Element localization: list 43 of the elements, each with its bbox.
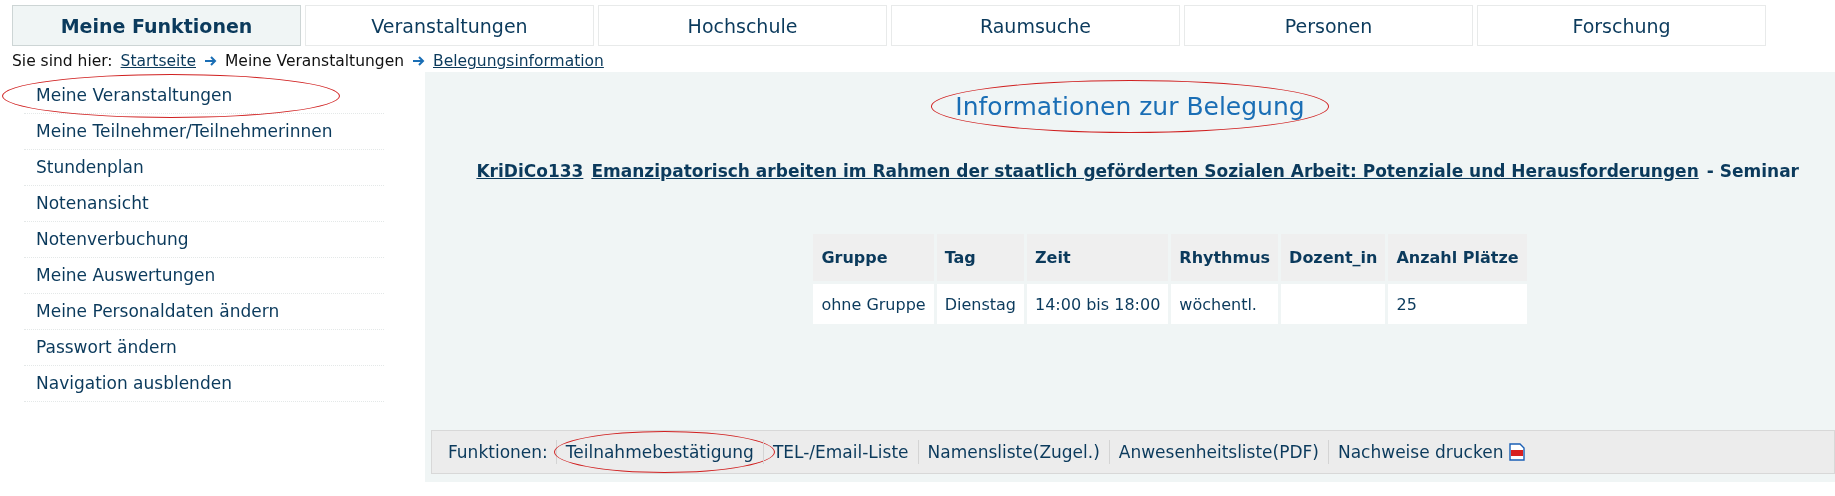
column-header: Gruppe — [813, 234, 934, 281]
breadcrumb-prefix: Sie sind hier: — [12, 52, 113, 70]
column-header: Anzahl Plätze — [1388, 234, 1527, 281]
nav-tab[interactable]: Hochschule — [598, 5, 887, 46]
sidebar-item[interactable]: Passwort ändern — [24, 330, 384, 366]
page-title: Informationen zur Belegung — [955, 92, 1305, 121]
course-number-link[interactable]: KriDiCo133 — [476, 161, 584, 181]
functions-label: Funktionen: — [448, 442, 549, 462]
sidebar-item[interactable]: Meine Auswertungen — [24, 258, 384, 294]
sidebar-item[interactable]: Meine Teilnehmer/Teilnehmerinnen — [24, 114, 384, 150]
sidebar-item[interactable]: Meine Veranstaltungen — [24, 78, 384, 114]
column-header: Tag — [936, 234, 1024, 281]
table-cell: 14:00 bis 18:00 — [1027, 284, 1169, 324]
breadcrumb-link[interactable]: Belegungsinformation — [433, 52, 604, 70]
sidebar-item[interactable]: Stundenplan — [24, 150, 384, 186]
breadcrumb-link[interactable]: Startseite — [120, 52, 196, 70]
nav-tab[interactable]: Meine Funktionen — [12, 5, 301, 46]
column-header: Zeit — [1027, 234, 1169, 281]
table-cell: ohne Gruppe — [813, 284, 934, 324]
sidebar-item[interactable]: Notenverbuchung — [24, 222, 384, 258]
function-link[interactable]: Nachweise drucken — [1327, 440, 1535, 464]
nav-tab[interactable]: Forschung — [1477, 5, 1766, 46]
nav-tab[interactable]: Veranstaltungen — [305, 5, 594, 46]
course-type: - Seminar — [1706, 161, 1799, 181]
table-cell: Dienstag — [936, 284, 1024, 324]
nav-tab[interactable]: Raumsuche — [891, 5, 1180, 46]
arrow-right-icon — [204, 55, 217, 67]
column-header: Dozent_in — [1281, 234, 1386, 281]
function-link[interactable]: Namensliste(Zugel.) — [917, 440, 1109, 464]
table-cell: wöchentl. — [1171, 284, 1279, 324]
arrow-right-icon — [412, 55, 425, 67]
sidebar-item[interactable]: Notenansicht — [24, 186, 384, 222]
sidebar-item[interactable]: Navigation ausblenden — [24, 366, 384, 402]
sidebar-item[interactable]: Meine Personaldaten ändern — [24, 294, 384, 330]
nav-tab[interactable]: Personen — [1184, 5, 1473, 46]
column-header: Rhythmus — [1171, 234, 1279, 281]
table-cell: 25 — [1388, 284, 1527, 324]
course-title-link[interactable]: Emanzipatorisch arbeiten im Rahmen der staatlich geförderten Sozialen Arbeit: Potenziale und Herausforderungen — [591, 161, 1699, 181]
function-link[interactable]: Anwesenheitsliste(PDF) — [1108, 440, 1328, 464]
pdf-icon — [1509, 443, 1526, 461]
function-link[interactable]: Teilnahmebestätigung — [555, 440, 763, 464]
breadcrumb-item: Meine Veranstaltungen — [225, 52, 404, 70]
function-link[interactable]: TEL-/Email-Liste — [762, 440, 918, 464]
